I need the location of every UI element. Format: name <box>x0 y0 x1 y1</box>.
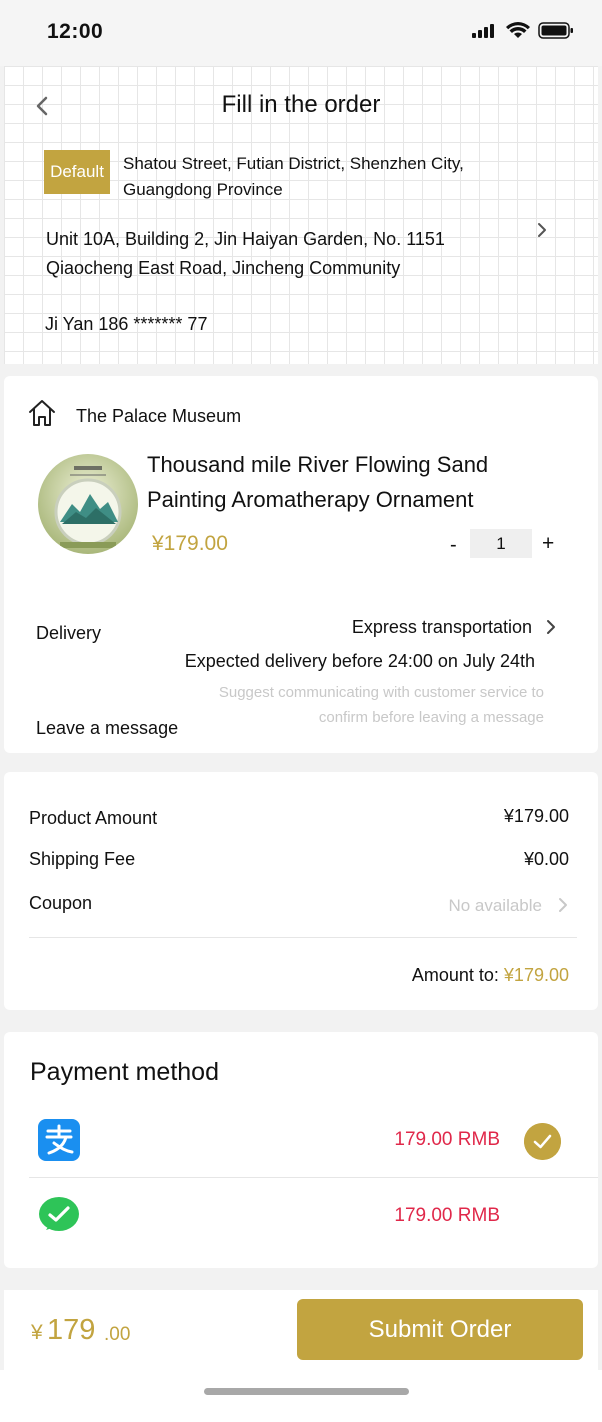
page-title: Fill in the order <box>221 91 381 118</box>
chevron-right-icon[interactable] <box>556 897 570 913</box>
chevron-right-icon[interactable] <box>534 221 550 239</box>
delivery-label: Delivery <box>36 623 102 643</box>
home-indicator-area <box>0 1370 602 1422</box>
product-card: The Palace Museum Thousand mile River Fl… <box>4 376 598 753</box>
wechat-pay-icon[interactable] <box>38 1195 80 1237</box>
quantity-decrease-button[interactable]: - <box>450 534 457 557</box>
wechat-pay-amount: 179.00 RMB <box>394 1205 500 1226</box>
signal-icon <box>472 23 494 38</box>
shipping-fee-label: Shipping Fee <box>29 849 136 869</box>
delivery-eta: Expected delivery before 24:00 on July 2… <box>184 651 535 671</box>
product-thumbnail[interactable] <box>38 454 138 554</box>
battery-icon <box>538 22 573 39</box>
home-icon <box>29 400 55 426</box>
checkmark-icon[interactable] <box>524 1123 561 1160</box>
divider <box>29 937 577 938</box>
coupon-selector[interactable]: No available <box>448 896 542 916</box>
product-price: ¥179.00 <box>152 532 228 555</box>
shop-name[interactable]: The Palace Museum <box>76 406 241 427</box>
delivery-method[interactable]: Express transportation <box>352 617 532 638</box>
status-time: 12:00 <box>47 20 104 43</box>
payment-title: Payment method <box>30 1058 219 1086</box>
amount-total: Amount to: ¥179.00 <box>412 965 569 986</box>
submit-order-button[interactable]: Submit Order <box>297 1299 583 1360</box>
coupon-label: Coupon <box>29 893 93 913</box>
total-price-integer: 179 <box>47 1314 96 1346</box>
chevron-right-icon[interactable] <box>544 619 558 635</box>
message-input[interactable]: Suggest communicating with customer serv… <box>214 681 544 730</box>
product-name[interactable]: Thousand mile River Flowing Sand Paintin… <box>147 447 567 517</box>
default-badge: Default <box>44 150 110 194</box>
address-detail[interactable]: Unit 10A, Building 2, Jin Haiyan Garden,… <box>46 225 516 283</box>
status-bar: 12:00 <box>0 0 602 66</box>
amount-label: Amount to: <box>411 965 499 985</box>
quantity-input[interactable]: 1 <box>470 529 532 558</box>
message-label: Leave a message <box>36 718 179 738</box>
wifi-icon <box>506 22 530 38</box>
shipping-fee-value: ¥0.00 <box>523 849 569 869</box>
home-indicator[interactable] <box>204 1388 409 1395</box>
contact-info: Ji Yan 186 ******* 77 <box>45 314 208 334</box>
product-amount-value: ¥179.00 <box>503 806 569 826</box>
checkout-bar: ¥ 179 .00 Submit Order <box>4 1290 598 1370</box>
order-header: Fill in the order Default Shatou Street,… <box>4 66 598 364</box>
currency-symbol: ¥ <box>31 1321 43 1344</box>
price-summary: Product Amount ¥179.00 Shipping Fee ¥0.0… <box>4 772 598 1010</box>
quantity-increase-button[interactable]: + <box>542 532 554 556</box>
payment-method-card: Payment method 179.00 RMB 179.00 RMB <box>4 1032 598 1268</box>
total-price-decimal: .00 <box>104 1324 131 1345</box>
address-region[interactable]: Shatou Street, Futian District, Shenzhen… <box>123 151 543 203</box>
alipay-icon[interactable] <box>38 1119 80 1161</box>
alipay-amount: 179.00 RMB <box>394 1129 500 1150</box>
divider <box>29 1177 598 1178</box>
amount-value: ¥179.00 <box>503 965 569 985</box>
product-amount-label: Product Amount <box>29 808 158 828</box>
